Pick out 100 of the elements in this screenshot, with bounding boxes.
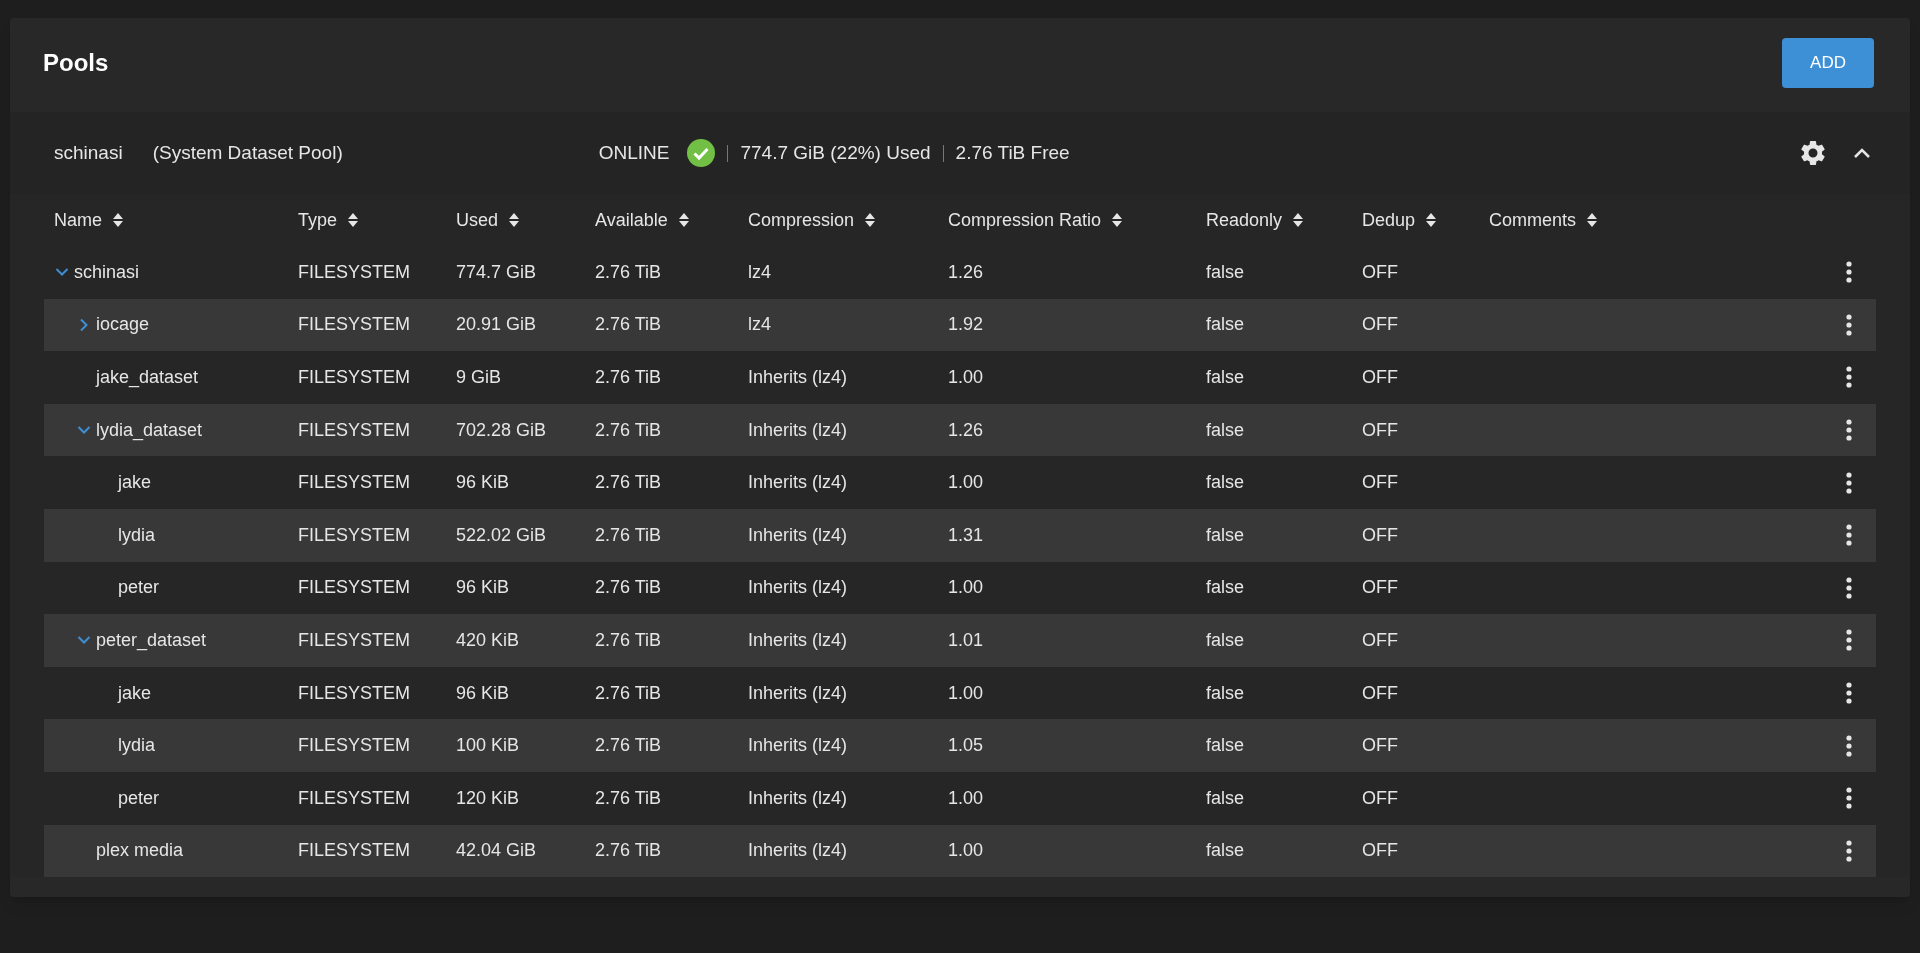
table-cell: false [1206, 367, 1245, 387]
column-header[interactable]: Readonly [1206, 206, 1283, 234]
column-header[interactable]: Comments [1489, 206, 1577, 234]
table-cell: Inherits (lz4) [748, 840, 848, 861]
table-cell: false [1206, 314, 1245, 335]
table-cell: lz4 [748, 314, 771, 335]
more-options-icon[interactable] [1846, 787, 1852, 810]
more-options-icon[interactable] [1846, 734, 1852, 757]
more-options-icon[interactable] [1846, 524, 1852, 547]
sort-icon[interactable] [508, 212, 521, 228]
sort-icon[interactable] [1425, 212, 1438, 228]
column-header[interactable]: Type [298, 206, 338, 234]
table-cell: OFF [1362, 419, 1398, 440]
table-cell: FILESYSTEM [298, 261, 411, 282]
sort-icon[interactable] [677, 212, 690, 228]
table-cell: 1.00 [948, 367, 984, 387]
more-options-icon[interactable] [1846, 839, 1852, 862]
more-options-icon[interactable] [1846, 629, 1852, 652]
pool-role: (System Dataset Pool) [152, 140, 343, 165]
table-cell: OFF [1362, 524, 1398, 545]
dataset-name: jake [118, 681, 152, 705]
table-cell: 1.92 [948, 314, 984, 335]
more-options-icon[interactable] [1846, 682, 1852, 705]
dataset-name: lydia_dataset [96, 418, 203, 443]
table-cell: 96 KiB [456, 472, 510, 493]
table-cell: OFF [1362, 787, 1398, 808]
more-options-icon[interactable] [1846, 261, 1852, 284]
table-cell: OFF [1362, 577, 1398, 598]
table-cell: 2.76 TiB [595, 261, 662, 282]
table-cell: OFF [1362, 367, 1398, 387]
caret-up-icon[interactable] [1853, 147, 1871, 159]
table-cell: Inherits (lz4) [748, 419, 848, 440]
table-cell: FILESYSTEM [298, 367, 411, 387]
table-cell: Inherits (lz4) [748, 787, 848, 808]
table-cell: false [1206, 735, 1245, 756]
table-cell: 1.01 [948, 629, 984, 650]
table-cell: FILESYSTEM [298, 419, 411, 440]
sort-icon[interactable] [1292, 212, 1305, 228]
more-options-icon[interactable] [1846, 366, 1852, 389]
dataset-name: schinasi [74, 260, 140, 284]
dataset-name: peter [118, 576, 160, 600]
column-header[interactable]: Name [54, 206, 102, 234]
table-cell: Inherits (lz4) [748, 524, 848, 545]
more-options-icon[interactable] [1846, 576, 1852, 599]
table-cell: 1.05 [948, 735, 984, 756]
dataset-name: lydia [118, 734, 156, 758]
table-cell: 96 KiB [456, 577, 510, 598]
more-options-icon[interactable] [1846, 313, 1852, 336]
column-header[interactable]: Dedup [1362, 206, 1416, 234]
table-cell: OFF [1362, 735, 1398, 756]
more-options-icon[interactable] [1846, 471, 1852, 494]
table-cell: 100 KiB [456, 735, 520, 756]
check-circle-icon [687, 139, 716, 167]
sort-icon[interactable] [1111, 212, 1124, 228]
table-cell: false [1206, 419, 1245, 440]
column-header[interactable]: Available [595, 206, 668, 234]
column-header[interactable]: Used [456, 206, 499, 234]
table-cell: 9 GiB [456, 367, 502, 387]
table-cell: 1.00 [948, 472, 984, 493]
column-header[interactable]: Compression [748, 206, 855, 234]
table-cell: 42.04 GiB [456, 840, 537, 861]
table-cell: false [1206, 261, 1245, 282]
settings-icon[interactable] [1798, 138, 1828, 168]
table-cell: 2.76 TiB [595, 682, 662, 703]
table-cell: 774.7 GiB [456, 261, 537, 282]
sort-icon[interactable] [112, 212, 124, 228]
dataset-name: lydia [118, 523, 156, 547]
table-cell: OFF [1362, 261, 1398, 282]
table-cell: OFF [1362, 840, 1398, 861]
sort-icon[interactable] [347, 212, 360, 228]
table-cell: 1.26 [948, 261, 984, 282]
table-cell: false [1206, 840, 1245, 861]
table-cell: 120 KiB [456, 787, 520, 808]
table-cell: false [1206, 682, 1245, 703]
table-cell: OFF [1362, 472, 1398, 493]
table-cell: 420 KiB [456, 629, 520, 650]
table-cell: 2.76 TiB [595, 419, 662, 440]
table-cell: 702.28 GiB [456, 419, 547, 440]
table-cell: 2.76 TiB [595, 472, 662, 493]
table-cell: FILESYSTEM [298, 577, 411, 598]
table-cell: Inherits (lz4) [748, 735, 848, 756]
table-cell: false [1206, 629, 1245, 650]
table-cell: FILESYSTEM [298, 735, 411, 756]
sort-icon[interactable] [1586, 212, 1599, 228]
table-cell: Inherits (lz4) [748, 367, 848, 387]
sort-icon[interactable] [864, 212, 877, 228]
dataset-name: iocage [96, 313, 150, 337]
table-cell: 2.76 TiB [595, 314, 662, 335]
table-cell: FILESYSTEM [298, 524, 411, 545]
dataset-name: peter [118, 786, 160, 810]
dataset-name: plex media [96, 839, 184, 863]
table-cell: 96 KiB [456, 682, 510, 703]
table-cell: 2.76 TiB [595, 735, 662, 756]
table-cell: 2.76 TiB [595, 577, 662, 598]
table-cell: false [1206, 577, 1245, 598]
table-cell: FILESYSTEM [298, 787, 411, 808]
column-header[interactable]: Compression Ratio [948, 206, 1102, 234]
table-cell: FILESYSTEM [298, 629, 411, 650]
more-options-icon[interactable] [1846, 419, 1852, 442]
table-cell: 1.00 [948, 577, 984, 598]
